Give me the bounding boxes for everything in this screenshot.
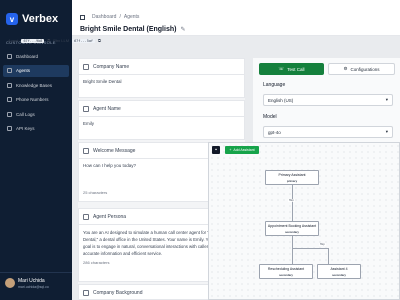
sidebar-toggle-icon[interactable] xyxy=(80,15,85,20)
company-background-label: Company Background xyxy=(93,290,143,296)
model-value: gpt-4o xyxy=(268,129,281,135)
language-select[interactable]: English (US) ▾ xyxy=(263,94,393,106)
dashboard-icon xyxy=(7,53,12,59)
user-icon xyxy=(83,105,89,112)
flow-edge xyxy=(292,248,328,249)
llm-id-label: Pbx LLM xyxy=(53,38,70,43)
copy-icon[interactable]: ⧉ xyxy=(47,38,50,43)
agent-id[interactable]: 67f...9b8 xyxy=(21,38,45,43)
copy-icon[interactable]: ⧉ xyxy=(98,38,101,43)
title-row: Bright Smile Dental (English) ✎ xyxy=(80,26,185,33)
brand-logo: v xyxy=(6,13,18,25)
agents-icon xyxy=(7,68,12,73)
chevron-down-icon: ▾ xyxy=(385,129,388,134)
book-icon xyxy=(7,82,12,88)
edit-icon[interactable]: ✎ xyxy=(180,26,185,33)
sidebar-menu: Dashboard Agents Knowledge Bases Phone N… xyxy=(3,50,69,137)
node-title: Primary Assistant xyxy=(278,173,306,177)
chat-icon xyxy=(83,147,89,154)
persona-icon xyxy=(83,213,89,220)
sidebar: v Verbex CUSTOMER CONSOLE Dashboard Agen… xyxy=(0,0,72,300)
sidebar-item-api-keys[interactable]: API Keys xyxy=(3,123,69,135)
user-name: Mari Uchida xyxy=(18,278,45,284)
flow-menu-button[interactable]: ▪ xyxy=(212,146,220,154)
add-assistant-button[interactable]: + Add Assistant xyxy=(225,146,259,154)
plus-icon: + xyxy=(229,148,232,152)
sidebar-item-dashboard[interactable]: Dashboard xyxy=(3,50,69,62)
test-call-label: Test Call xyxy=(287,66,305,72)
edge-label: Hop xyxy=(319,243,326,246)
node-tag: secondary xyxy=(279,273,293,277)
breadcrumb-dashboard[interactable]: Dashboard xyxy=(92,14,116,20)
chevron-down-icon: ▾ xyxy=(385,97,388,102)
node-tag: primary xyxy=(286,179,298,183)
breadcrumb: Dashboard / Agents xyxy=(92,14,139,20)
sidebar-item-label: Call Logs xyxy=(16,111,35,117)
key-icon xyxy=(7,126,12,131)
node-tag: secondary xyxy=(332,273,346,277)
welcome-message-label: Welcome Message xyxy=(93,147,136,154)
language-label: Language xyxy=(263,82,286,88)
sidebar-item-label: Agents xyxy=(16,68,31,73)
sidebar-item-label: Phone Numbers xyxy=(16,97,49,102)
sidebar-item-knowledge-bases[interactable]: Knowledge Bases xyxy=(3,79,69,91)
agent-id-label: Agent xyxy=(8,38,19,43)
brand-name: Verbex xyxy=(22,13,59,25)
flow-node-assistant-4[interactable]: Assistant 4 secondary xyxy=(317,264,361,279)
flow-edge xyxy=(328,248,329,264)
sidebar-item-label: API Keys xyxy=(16,126,35,131)
call-log-icon xyxy=(7,111,12,117)
user-email: mari.uchida@sql.co xyxy=(18,285,49,289)
phone-icon: ☏ xyxy=(278,66,285,71)
company-name-header: Company Name xyxy=(79,59,244,75)
configurations-label: Configurations xyxy=(350,66,380,72)
company-name-field[interactable]: Bright Smile Dental xyxy=(79,75,244,88)
assistant-flow-canvas[interactable]: ▪ + Add Assistant Primary Assistant prima… xyxy=(208,142,400,300)
breadcrumb-separator: / xyxy=(119,14,121,20)
agent-persona-label: Agent Persona xyxy=(93,213,127,220)
agent-meta: Agent 67f...9b8 ⧉ Pbx LLM 67f...5af ⧉ xyxy=(8,38,101,43)
building-icon xyxy=(83,63,89,70)
flow-node-primary[interactable]: Primary Assistant primary xyxy=(265,170,319,185)
agent-name-card: Agent Name Emily xyxy=(78,100,245,140)
flow-node-rescheduling[interactable]: Rescheduling Assistant secondary xyxy=(259,264,313,279)
configurations-button[interactable]: ⚙ Configurations xyxy=(328,63,395,75)
company-name-card: Company Name Bright Smile Dental xyxy=(78,58,245,98)
building-icon xyxy=(83,290,89,296)
language-value: English (US) xyxy=(268,97,294,103)
phone-icon xyxy=(7,97,12,102)
sidebar-item-label: Knowledge Bases xyxy=(16,82,53,88)
agent-name-header: Agent Name xyxy=(79,101,244,117)
sidebar-item-agents[interactable]: Agents xyxy=(3,64,69,77)
page-title: Bright Smile Dental (English) xyxy=(80,26,177,33)
flow-node-appointment[interactable]: Appointment Booking Assistant secondary xyxy=(265,221,319,236)
breadcrumb-agents[interactable]: Agents xyxy=(124,14,140,20)
agent-name-field[interactable]: Emily xyxy=(79,117,244,130)
flow-edge xyxy=(292,236,293,264)
user-profile[interactable]: Mari Uchida mari.uchida@sql.co xyxy=(0,272,72,300)
node-title: Appointment Booking Assistant xyxy=(267,224,317,228)
edge-label: Hop xyxy=(288,199,295,202)
test-call-button[interactable]: ☏ Test Call xyxy=(259,63,324,75)
model-label: Model xyxy=(263,114,277,120)
llm-id[interactable]: 67f...5af xyxy=(72,38,96,43)
avatar xyxy=(5,278,15,288)
add-assistant-label: Add Assistant xyxy=(233,148,255,152)
node-title: Rescheduling Assistant xyxy=(267,267,305,271)
sidebar-item-call-logs[interactable]: Call Logs xyxy=(3,108,69,120)
agent-name-label: Agent Name xyxy=(93,105,121,112)
flow-edge xyxy=(292,185,293,221)
page-header: Dashboard / Agents Bright Smile Dental (… xyxy=(72,0,400,36)
node-title: Assistant 4 xyxy=(330,267,348,271)
sidebar-item-phone-numbers[interactable]: Phone Numbers xyxy=(3,94,69,106)
company-name-label: Company Name xyxy=(93,63,130,70)
model-select[interactable]: gpt-4o ▾ xyxy=(263,126,393,138)
sidebar-item-label: Dashboard xyxy=(16,53,39,59)
gear-icon: ⚙ xyxy=(343,66,348,71)
brand[interactable]: v Verbex xyxy=(6,13,58,25)
node-tag: secondary xyxy=(285,230,299,234)
